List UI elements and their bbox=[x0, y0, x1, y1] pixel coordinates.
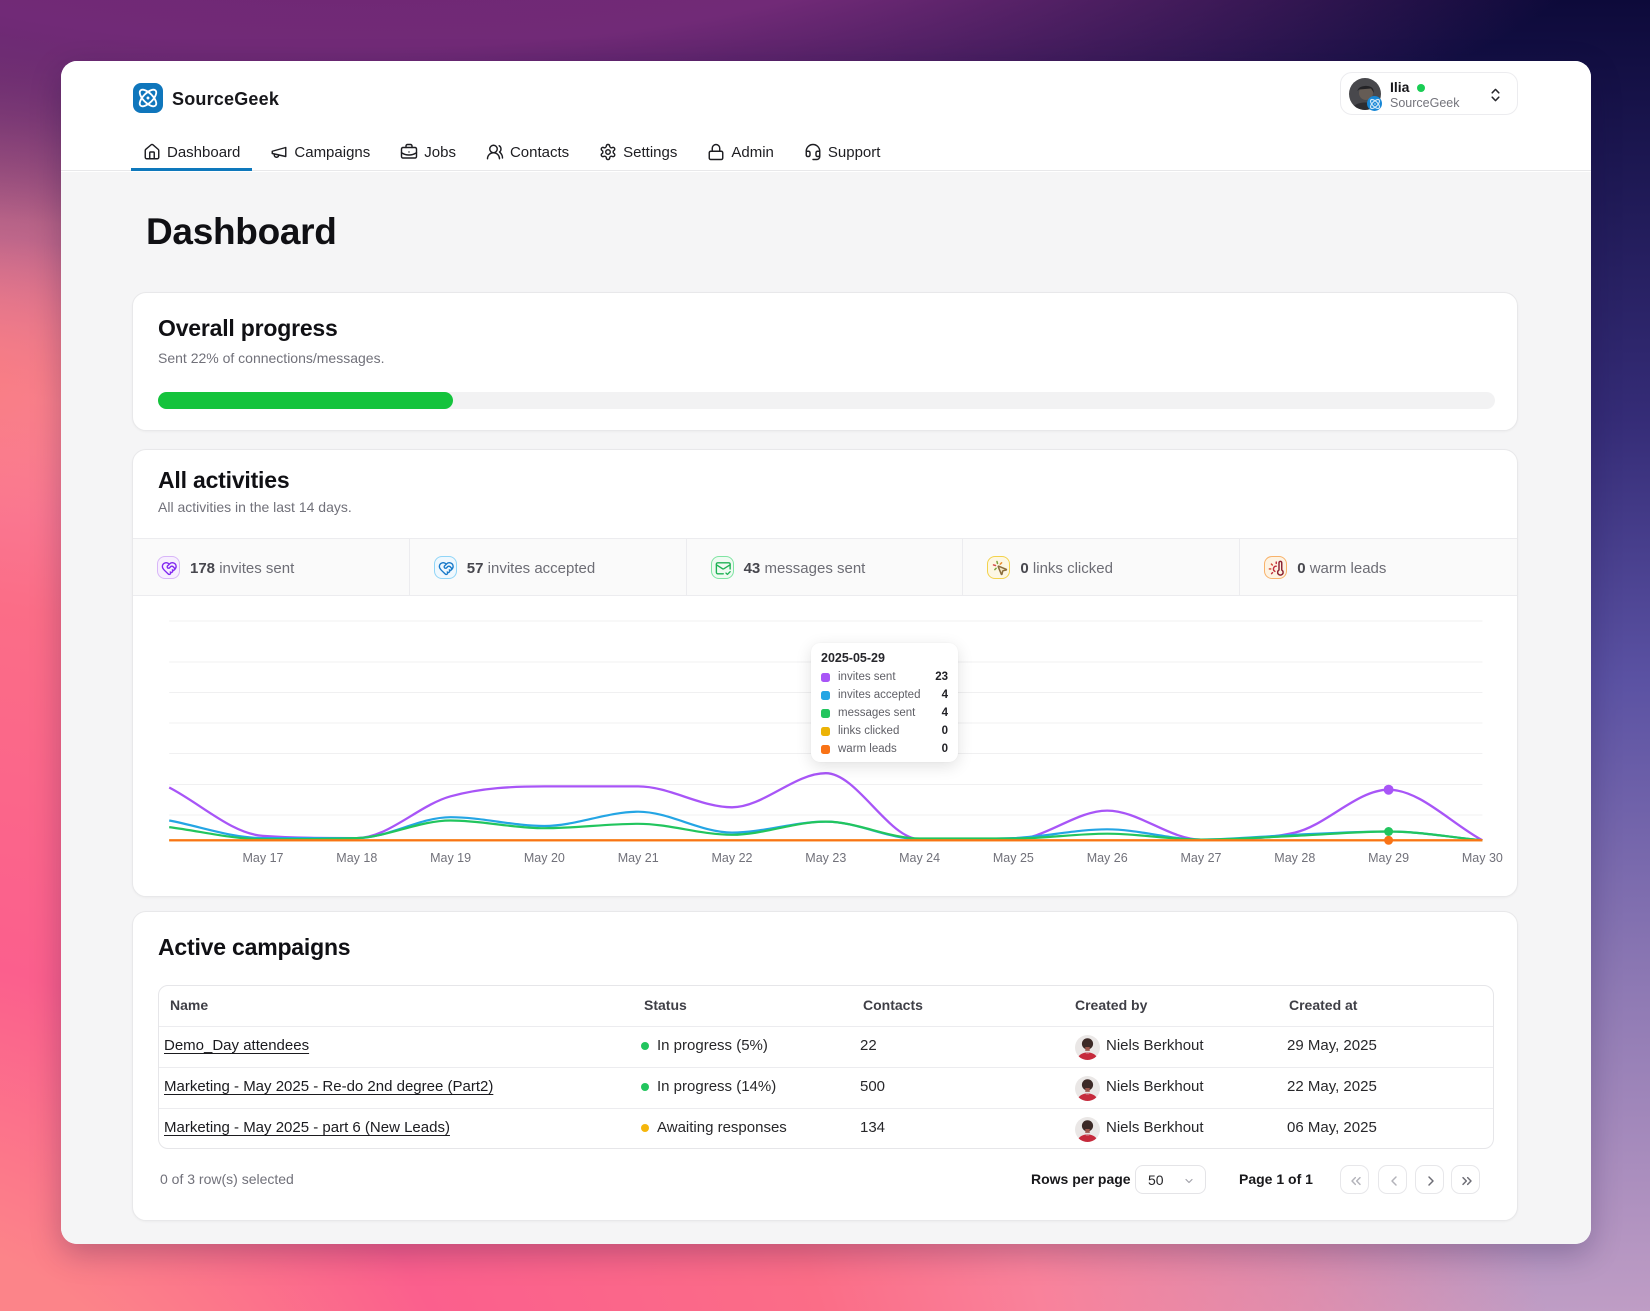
svg-text:May 27: May 27 bbox=[1181, 851, 1222, 865]
svg-text:May 26: May 26 bbox=[1087, 851, 1128, 865]
svg-text:May 28: May 28 bbox=[1274, 851, 1315, 865]
svg-text:May 18: May 18 bbox=[336, 851, 377, 865]
svg-text:May 19: May 19 bbox=[430, 851, 471, 865]
svg-text:May 29: May 29 bbox=[1368, 851, 1409, 865]
svg-text:May 25: May 25 bbox=[993, 851, 1034, 865]
svg-text:May 21: May 21 bbox=[618, 851, 659, 865]
svg-text:May 17: May 17 bbox=[243, 851, 284, 865]
svg-text:May 30: May 30 bbox=[1462, 851, 1503, 865]
svg-text:May 22: May 22 bbox=[712, 851, 753, 865]
svg-text:May 23: May 23 bbox=[805, 851, 846, 865]
svg-text:May 20: May 20 bbox=[524, 851, 565, 865]
svg-text:May 24: May 24 bbox=[899, 851, 940, 865]
